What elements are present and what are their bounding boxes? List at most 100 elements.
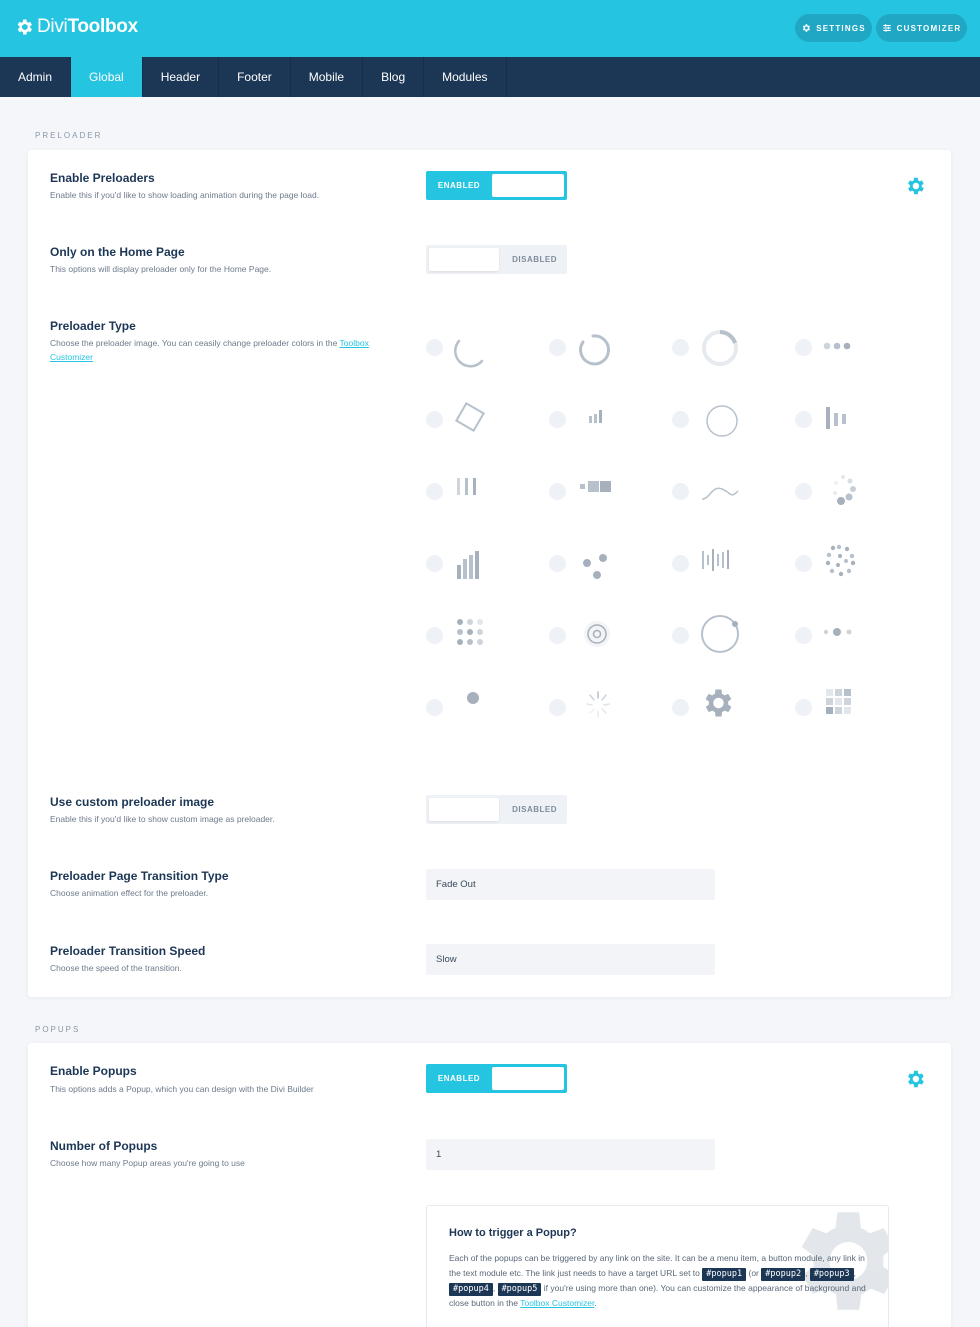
circle-outline-icon: [706, 405, 738, 437]
preloader-type-desc: Choose the preloader image. You can ceas…: [50, 336, 400, 364]
loader-option-19[interactable]: [672, 615, 782, 665]
radio[interactable]: [549, 411, 566, 428]
loader-option-6[interactable]: [549, 399, 659, 449]
toggle-state-label: ENABLED: [437, 1074, 481, 1083]
radio[interactable]: [795, 339, 812, 356]
gear-icon: [803, 24, 811, 32]
loader-option-20[interactable]: [795, 615, 905, 665]
transition-type-select[interactable]: Fade Out: [426, 869, 715, 900]
radio[interactable]: [672, 339, 689, 356]
customizer-button[interactable]: CUSTOMIZER: [876, 14, 967, 42]
radio[interactable]: [426, 411, 443, 428]
gear-logo-icon: [17, 19, 32, 35]
tab-header[interactable]: Header: [143, 57, 220, 97]
loader-option-5[interactable]: [426, 399, 536, 449]
loader-option-2[interactable]: [549, 327, 659, 377]
code-popup4: #popup4: [449, 1283, 493, 1296]
loader-option-10[interactable]: [549, 471, 659, 521]
toggle-state-label: DISABLED: [512, 255, 557, 264]
loader-option-1[interactable]: [426, 327, 536, 377]
radio[interactable]: [549, 627, 566, 644]
toggle-knob: [429, 248, 499, 271]
loader-option-15[interactable]: [672, 543, 782, 593]
radio[interactable]: [672, 627, 689, 644]
loader-option-7[interactable]: [672, 399, 782, 449]
target-ring-icon: [584, 621, 610, 647]
radio[interactable]: [426, 339, 443, 356]
radio[interactable]: [549, 339, 566, 356]
cog-spinner-icon: [705, 689, 732, 717]
popups-settings-gear-icon[interactable]: [904, 1068, 926, 1090]
line-spinner-icon: [586, 691, 610, 718]
radio[interactable]: [672, 555, 689, 572]
transition-speed-select[interactable]: Slow: [426, 944, 715, 975]
loader-option-11[interactable]: [672, 471, 782, 521]
single-dot-icon: [467, 692, 479, 704]
enable-popups-toggle[interactable]: ENABLED: [426, 1064, 567, 1093]
radio[interactable]: [672, 699, 689, 716]
enable-preloaders-toggle[interactable]: ENABLED: [426, 171, 567, 200]
help-text-2: (or: [748, 1268, 759, 1278]
radio[interactable]: [795, 483, 812, 500]
popup-help-box: How to trigger a Popup? Each of the popu…: [426, 1205, 889, 1327]
orbit-circle-icon: [701, 615, 739, 653]
popup-count-input[interactable]: 1: [426, 1139, 715, 1170]
tab-mobile[interactable]: Mobile: [291, 57, 364, 97]
radio[interactable]: [795, 411, 812, 428]
loader-option-17[interactable]: [426, 615, 536, 665]
spinner-arc-icon: [454, 339, 484, 368]
radio[interactable]: [426, 699, 443, 716]
loader-option-21[interactable]: [426, 687, 536, 737]
radio[interactable]: [795, 555, 812, 572]
donut-spinner-icon: [702, 330, 738, 366]
loader-option-18[interactable]: [549, 615, 659, 665]
settings-button[interactable]: SETTINGS: [795, 14, 872, 42]
help-text-4: .: [594, 1298, 597, 1308]
loader-option-3[interactable]: [672, 327, 782, 377]
tab-admin[interactable]: Admin: [0, 57, 72, 97]
home-only-title: Only on the Home Page: [50, 245, 185, 259]
home-only-toggle[interactable]: DISABLED: [426, 245, 567, 274]
transition-speed-title: Preloader Transition Speed: [50, 944, 206, 958]
triangle-dots-icon: [583, 554, 607, 579]
code-popup1: #popup1: [702, 1268, 747, 1281]
preloader-settings-gear-icon[interactable]: [904, 175, 926, 197]
loader-option-23[interactable]: [672, 687, 782, 737]
radio[interactable]: [426, 555, 443, 572]
loader-option-8[interactable]: [795, 399, 905, 449]
vertical-lines-icon: [457, 478, 476, 495]
rotating-square-icon: [454, 401, 486, 433]
radio[interactable]: [549, 699, 566, 716]
tab-footer[interactable]: Footer: [219, 57, 291, 97]
popup-count-title: Number of Popups: [50, 1139, 158, 1153]
radio[interactable]: [672, 411, 689, 428]
logo-text-light: Divi: [37, 16, 68, 37]
loader-option-9[interactable]: [426, 471, 536, 521]
preloader-type-desc-text: Choose the preloader image. You can ceas…: [50, 338, 338, 348]
loader-option-12[interactable]: [795, 471, 905, 521]
loader-option-14[interactable]: [549, 543, 659, 593]
radio[interactable]: [672, 483, 689, 500]
popup-help-text: Each of the popups can be triggered by a…: [449, 1253, 866, 1308]
toggle-knob: [492, 1067, 564, 1090]
tab-modules[interactable]: Modules: [424, 57, 507, 97]
radio[interactable]: [795, 699, 812, 716]
tab-blog[interactable]: Blog: [363, 57, 425, 97]
transition-type-desc: Choose animation effect for the preloade…: [50, 888, 209, 898]
loader-option-13[interactable]: [426, 543, 536, 593]
tab-global[interactable]: Global: [71, 57, 143, 97]
loader-option-24[interactable]: [795, 687, 905, 737]
loader-option-16[interactable]: [795, 543, 905, 593]
loader-option-22[interactable]: [549, 687, 659, 737]
radio[interactable]: [426, 627, 443, 644]
radio[interactable]: [549, 483, 566, 500]
radio[interactable]: [426, 483, 443, 500]
toolbox-customizer-link[interactable]: Toolbox Customizer: [520, 1298, 594, 1308]
loader-option-4[interactable]: [795, 327, 905, 377]
app-logo[interactable]: Divi Toolbox: [14, 16, 138, 38]
custom-image-toggle[interactable]: DISABLED: [426, 795, 567, 824]
dot-burst-icon: [825, 544, 856, 577]
logo-text-bold: Toolbox: [67, 16, 138, 37]
radio[interactable]: [795, 627, 812, 644]
radio[interactable]: [549, 555, 566, 572]
